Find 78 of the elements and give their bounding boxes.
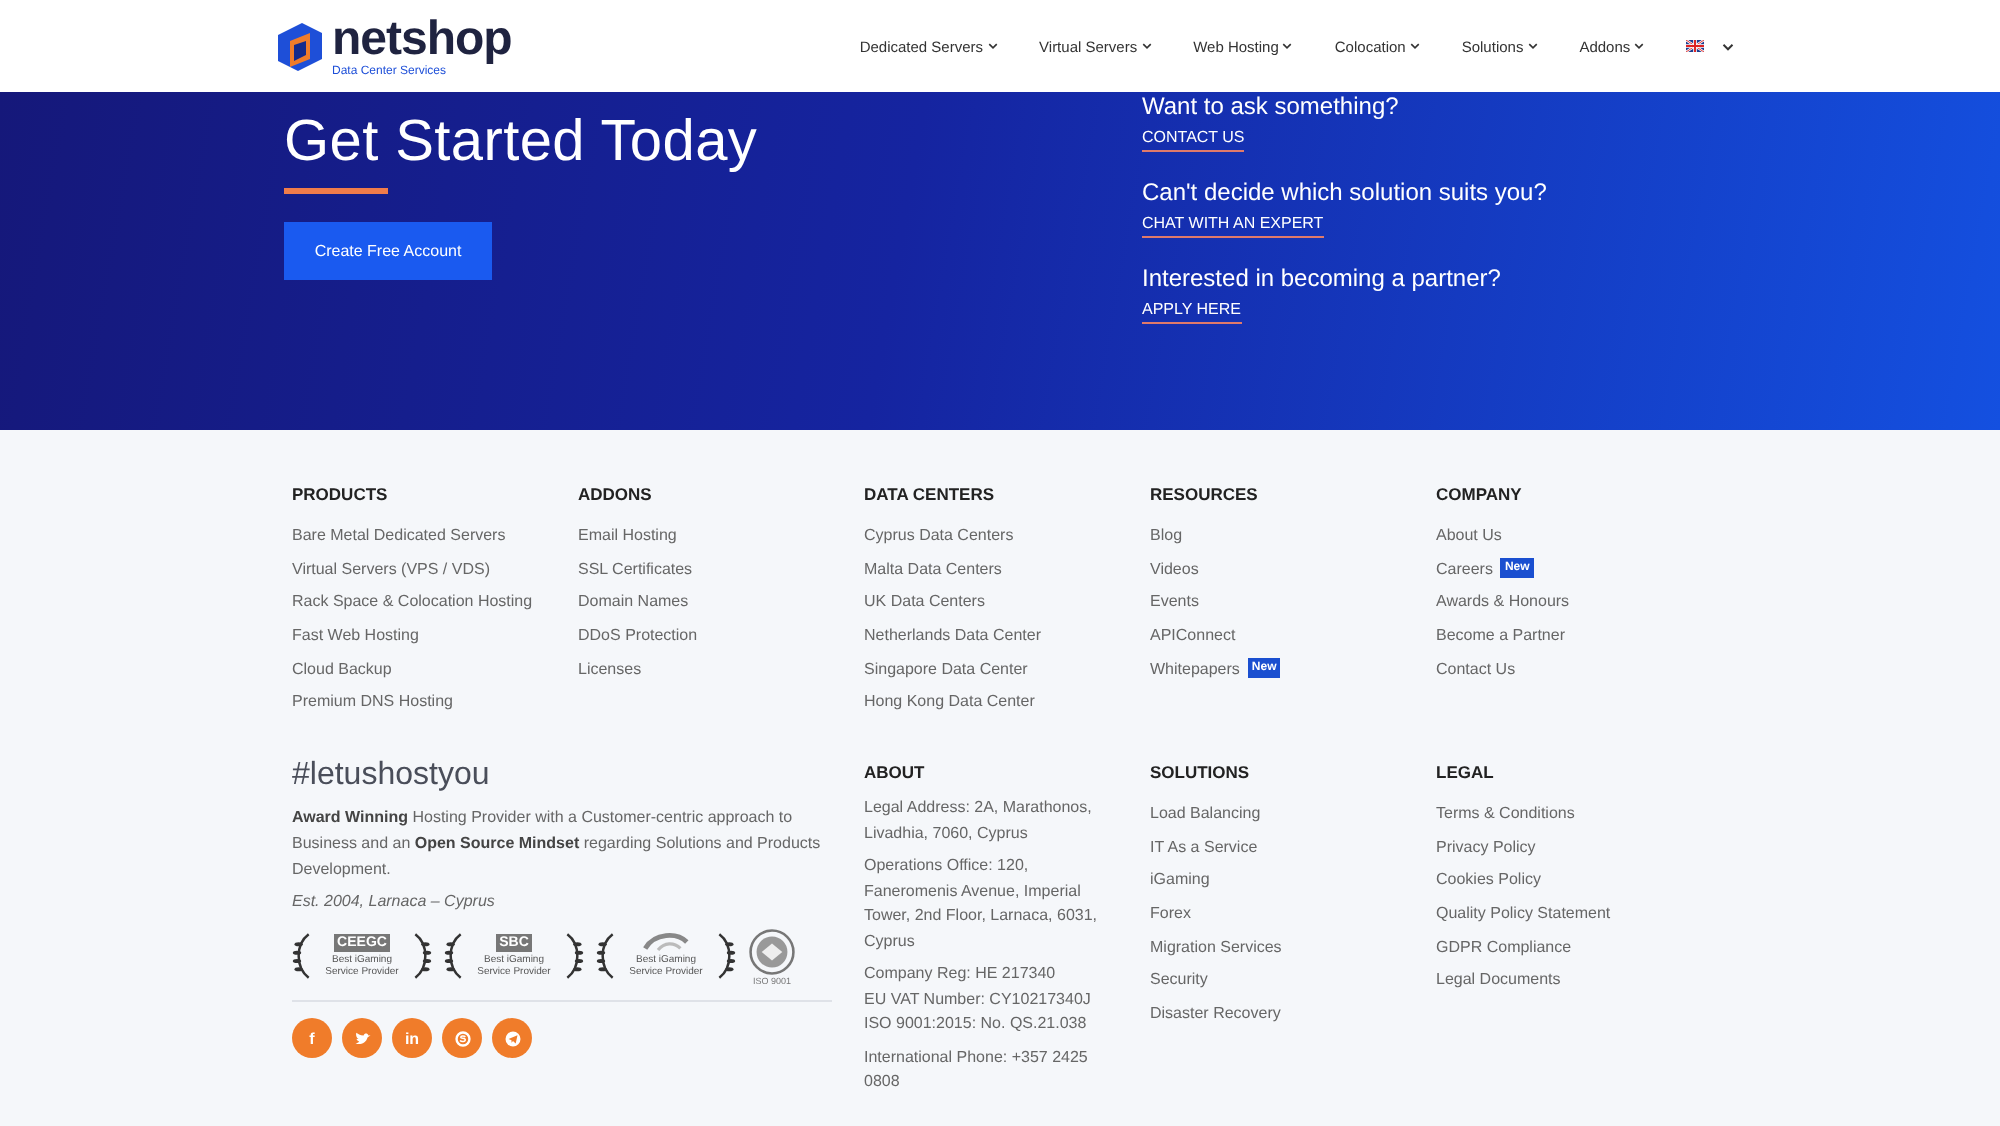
question-text: Want to ask something?	[1142, 92, 1399, 120]
footer-link[interactable]: Videos	[1150, 559, 1199, 578]
question-link[interactable]: CHAT WITH AN EXPERT	[1142, 214, 1324, 238]
address-text: EU VAT Number: CY10217340J	[864, 987, 1093, 1012]
address-text: Legal Address: 2A, Marathonos, Livadhia, 7060, Cyprus	[864, 796, 1094, 846]
address-text: Company Reg: HE 217340	[864, 962, 1058, 987]
footer-link[interactable]: Contact Us	[1436, 659, 1516, 678]
social-button[interactable]: f	[292, 1018, 332, 1059]
footer-link[interactable]: Disaster Recovery	[1150, 1004, 1281, 1023]
footer-link[interactable]: Blog	[1150, 525, 1183, 544]
column-heading: RESOURCES	[1150, 484, 1258, 504]
question-text: Interested in becoming a partner?	[1142, 264, 1501, 292]
established-note: Est. 2004, Larnaca – Cyprus	[292, 892, 495, 911]
chevron-down-icon	[1722, 41, 1735, 51]
flag-icon	[1686, 40, 1705, 52]
language-selector[interactable]	[1686, 40, 1735, 52]
address-text: Operations Office: 120, Faneromenis Avenue, Imperial Tower, 2nd Floor, Larnaca, 6031, Cyprus	[864, 854, 1100, 954]
footer-link[interactable]: APIConnect	[1150, 625, 1236, 644]
footer-link[interactable]: Load Balancing	[1150, 803, 1261, 822]
footer-link[interactable]: Cookies Policy	[1436, 870, 1541, 889]
footer-link[interactable]: IT As a Service	[1150, 837, 1258, 856]
footer-link[interactable]: Virtual Servers (VPS / VDS)	[292, 559, 490, 578]
footer-link[interactable]: Email Hosting	[578, 525, 677, 544]
company-description: Award Winning Hosting Provider with a Customer-centric approach to Business and an Open Source Mindset regarding Solutions and Products Development.	[292, 806, 823, 882]
logo-wordmark[interactable]: netshop	[332, 15, 512, 63]
footer-link[interactable]: Legal Documents	[1436, 970, 1561, 989]
column-heading: ABOUT	[864, 762, 925, 783]
footer-link[interactable]: Privacy Policy	[1436, 837, 1536, 856]
column-heading: SOLUTIONS	[1150, 762, 1250, 783]
hero-title: Get Started Today	[284, 110, 760, 176]
footer-link[interactable]: Migration Services	[1150, 937, 1282, 956]
footer-link[interactable]: Cloud Backup	[292, 659, 392, 678]
footer-link[interactable]: UK Data Centers	[864, 592, 985, 611]
footer-link[interactable]: Malta Data Centers	[864, 559, 1002, 578]
social-button[interactable]	[492, 1018, 532, 1059]
cube-logo-icon	[274, 19, 326, 73]
footer-link[interactable]: Security	[1150, 970, 1208, 989]
bird-icon	[353, 1029, 371, 1048]
column-heading: COMPANY	[1436, 484, 1522, 504]
footer-link[interactable]: Awards & Honours	[1436, 592, 1570, 611]
chat-ring-icon	[453, 1029, 471, 1048]
social-button[interactable]	[442, 1018, 482, 1059]
question-text: Can't decide which solution suits you?	[1142, 178, 1547, 206]
create-account-button[interactable]: Create Free Account	[284, 222, 492, 280]
footer-link[interactable]: Netherlands Data Center	[864, 625, 1041, 644]
column-heading: DATA CENTERS	[864, 484, 995, 504]
social-button[interactable]: in	[392, 1018, 432, 1059]
footer-link[interactable]: Fast Web Hosting	[292, 625, 419, 644]
footer-link[interactable]: Whitepapers	[1150, 659, 1240, 678]
footer-link[interactable]: GDPR Compliance	[1436, 937, 1572, 956]
footer-link[interactable]: Domain Names	[578, 592, 689, 611]
footer-link[interactable]: DDoS Protection	[578, 625, 698, 644]
paper-plane-icon	[503, 1029, 521, 1048]
address-text: ISO 9001:2015: No. QS.21.038	[864, 1012, 1089, 1037]
question-link[interactable]: APPLY HERE	[1142, 300, 1242, 324]
footer-link[interactable]: Terms & Conditions	[1436, 803, 1575, 822]
column-heading: ADDONS	[578, 484, 652, 504]
footer-link[interactable]: About Us	[1436, 525, 1502, 544]
footer-link[interactable]: Quality Policy Statement	[1436, 904, 1611, 923]
footer-link[interactable]: iGaming	[1150, 870, 1210, 889]
footer-link[interactable]: Bare Metal Dedicated Servers	[292, 525, 506, 544]
footer-link[interactable]: Rack Space & Colocation Hosting	[292, 592, 533, 611]
footer-link[interactable]: Become a Partner	[1436, 625, 1565, 644]
column-heading: PRODUCTS	[292, 484, 388, 504]
footer-link[interactable]: Premium DNS Hosting	[292, 692, 453, 711]
footer-link[interactable]: SSL Certificates	[578, 559, 693, 578]
footer-link[interactable]: Cyprus Data Centers	[864, 525, 1014, 544]
hashtag-heading: #letushostyou	[292, 758, 490, 795]
footer-link[interactable]: Forex	[1150, 904, 1191, 923]
footer-link[interactable]: Events	[1150, 592, 1199, 611]
address-text: International Phone: +357 2425 0808	[864, 1045, 1090, 1095]
footer-link[interactable]: Singapore Data Center	[864, 659, 1028, 678]
social-button[interactable]	[342, 1018, 382, 1059]
footer-link[interactable]: Licenses	[578, 659, 642, 678]
question-link[interactable]: CONTACT US	[1142, 128, 1245, 152]
footer-link[interactable]: Hong Kong Data Center	[864, 692, 1035, 711]
footer-link[interactable]: Careers	[1436, 559, 1493, 578]
column-heading: LEGAL	[1436, 762, 1494, 783]
